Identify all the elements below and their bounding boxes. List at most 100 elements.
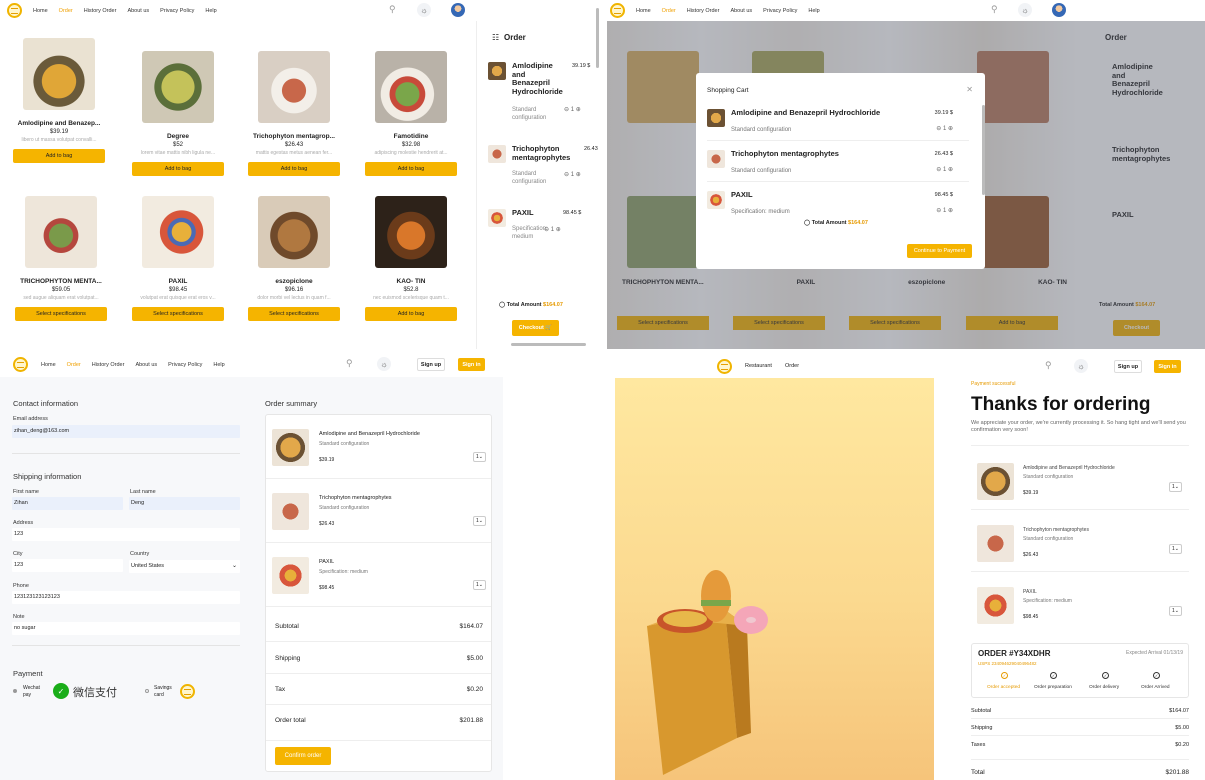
search-icon[interactable]: ⚲ [1045, 360, 1052, 371]
phone-field[interactable]: 123123123123123 [12, 591, 240, 604]
select-specifications-button[interactable]: Select specifications [15, 307, 107, 321]
plus-icon[interactable]: ⊕ [576, 172, 581, 178]
subtotal-value: $164.07 [1169, 708, 1189, 714]
nav-privacy[interactable]: Privacy Policy [168, 362, 202, 368]
search-icon[interactable]: ⚲ [346, 358, 353, 369]
add-to-bag-button[interactable]: Add to bag [248, 162, 340, 176]
quantity-select[interactable]: 1⌄ [473, 452, 486, 462]
logo-icon[interactable] [13, 357, 28, 372]
logo-icon[interactable] [610, 3, 625, 18]
nav-history[interactable]: History Order [92, 362, 125, 368]
savings-label[interactable]: Savings card [154, 685, 176, 698]
add-to-bag-button[interactable]: Add to bag [132, 162, 224, 176]
nav-help[interactable]: Help [213, 362, 224, 368]
nav-about[interactable]: About us [135, 362, 157, 368]
theme-toggle-icon[interactable]: ☼ [377, 357, 391, 371]
wechat-radio[interactable] [13, 689, 17, 693]
avatar[interactable] [451, 3, 465, 17]
plus-icon[interactable]: ⊕ [948, 167, 953, 173]
minus-icon[interactable]: ⊖ [564, 107, 569, 113]
quantity-select[interactable]: 1⌄ [1169, 606, 1182, 616]
confirm-order-button[interactable]: Confirm order [275, 747, 331, 765]
minus-icon[interactable]: ⊖ [936, 126, 941, 132]
nav-order[interactable]: Order [662, 8, 676, 14]
select-specifications-button[interactable]: Select specifications [248, 307, 340, 321]
minus-icon[interactable]: ⊖ [936, 208, 941, 214]
city-field[interactable]: 123 [12, 559, 123, 572]
logo-icon[interactable] [7, 3, 22, 18]
sign-in-button[interactable]: Sign in [1154, 360, 1181, 373]
theme-toggle-icon[interactable]: ☼ [1018, 3, 1032, 17]
product-price: $52.8 [403, 287, 419, 293]
search-icon[interactable]: ⚲ [389, 4, 396, 15]
contact-title: Contact information [13, 399, 79, 408]
cart-item: Amlodipine and Benazepril Hydrochloride … [707, 101, 969, 141]
logo-icon[interactable] [717, 359, 732, 374]
quantity-select[interactable]: 1⌄ [473, 516, 486, 526]
product-price: $26.43 [284, 142, 304, 148]
sign-in-button[interactable]: Sign in [458, 358, 485, 371]
savings-radio[interactable] [145, 689, 149, 693]
nav-order[interactable]: Order [67, 362, 81, 368]
quantity-stepper[interactable]: ⊖ 1 ⊕ [544, 226, 561, 233]
minus-icon[interactable]: ⊖ [936, 167, 941, 173]
avatar[interactable] [1052, 3, 1066, 17]
nav-home[interactable]: Home [41, 362, 56, 368]
country-select[interactable]: United States ⌄ [129, 560, 240, 573]
plus-icon[interactable]: ⊕ [556, 227, 561, 233]
nav-help[interactable]: Help [808, 8, 819, 14]
plus-icon[interactable]: ⊕ [576, 107, 581, 113]
minus-icon[interactable]: ⊖ [544, 227, 549, 233]
product-image [23, 38, 95, 110]
quantity-stepper[interactable]: ⊖ 1 ⊕ [936, 166, 953, 173]
divider [971, 759, 1189, 760]
plus-icon[interactable]: ⊕ [948, 126, 953, 132]
note-field[interactable]: no sugar [12, 622, 240, 635]
address-field[interactable]: 123 [12, 528, 240, 541]
add-to-bag-button[interactable]: Add to bag [13, 149, 105, 163]
horizontal-scrollbar[interactable] [511, 343, 586, 346]
quantity-select[interactable]: 1⌄ [1169, 482, 1182, 492]
theme-toggle-icon[interactable]: ☼ [1074, 359, 1088, 373]
search-icon[interactable]: ⚲ [991, 4, 998, 15]
checkout-button[interactable]: Checkout 🛒 [512, 320, 559, 336]
select-specifications-button[interactable]: Select specifications [132, 307, 224, 321]
plus-icon[interactable]: ⊕ [948, 208, 953, 214]
last-name-field[interactable]: Deng [129, 497, 240, 510]
nav-about[interactable]: About us [127, 8, 149, 14]
minus-icon[interactable]: ⊖ [564, 172, 569, 178]
nav-home[interactable]: Home [636, 8, 651, 14]
quantity-stepper[interactable]: ⊖ 1 ⊕ [936, 207, 953, 214]
nav-privacy[interactable]: Privacy Policy [160, 8, 194, 14]
continue-to-payment-button[interactable]: Continue to Payment [907, 244, 972, 258]
nav-order[interactable]: Order [785, 363, 799, 369]
nav-restaurant[interactable]: Restaurant [745, 363, 772, 369]
nav-about[interactable]: About us [730, 8, 752, 14]
cart-item-image [707, 150, 725, 168]
quantity-stepper[interactable]: ⊖ 1 ⊕ [564, 171, 581, 178]
nav-history[interactable]: History Order [687, 8, 720, 14]
quantity-select[interactable]: 1⌄ [473, 580, 486, 590]
vertical-scrollbar[interactable] [596, 8, 599, 68]
nav-order[interactable]: Order [59, 8, 73, 14]
quantity-stepper[interactable]: ⊖ 1 ⊕ [564, 106, 581, 113]
add-to-bag-button[interactable]: Add to bag [365, 307, 457, 321]
quantity-stepper[interactable]: ⊖ 1 ⊕ [936, 125, 953, 132]
nav-home[interactable]: Home [33, 8, 48, 14]
first-name-field[interactable]: Zihan [12, 497, 123, 510]
modal-scrollbar[interactable] [982, 105, 985, 195]
nav-history[interactable]: History Order [84, 8, 117, 14]
3d-food-scene[interactable] [615, 378, 934, 780]
sign-up-button[interactable]: Sign up [1114, 360, 1142, 373]
email-field[interactable]: zihan_deng@163.com [12, 425, 240, 438]
nav-help[interactable]: Help [205, 8, 216, 14]
cart-icon: 🛒 [545, 325, 553, 331]
nav-privacy[interactable]: Privacy Policy [763, 8, 797, 14]
quantity-select[interactable]: 1⌄ [1169, 544, 1182, 554]
close-icon[interactable]: ✕ [966, 85, 973, 94]
sign-up-button[interactable]: Sign up [417, 358, 445, 371]
tracking-number[interactable]: USPS 234094629040496482 [978, 661, 1037, 666]
wechat-label[interactable]: Wechat pay [23, 685, 45, 698]
theme-toggle-icon[interactable]: ☼ [417, 3, 431, 17]
add-to-bag-button[interactable]: Add to bag [365, 162, 457, 176]
